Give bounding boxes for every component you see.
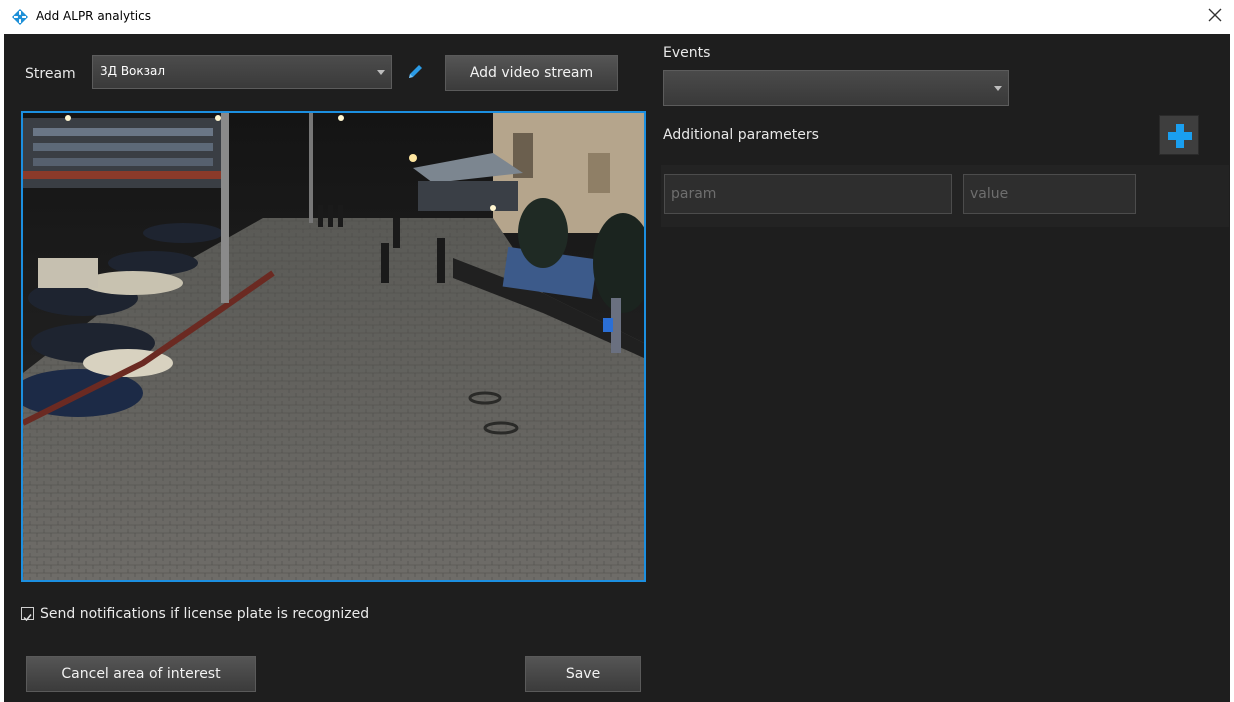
events-label: Events: [663, 45, 711, 61]
pencil-icon[interactable]: [405, 62, 425, 82]
parameters-row: [661, 165, 1229, 227]
stream-label: Stream: [25, 66, 76, 82]
close-icon[interactable]: [1206, 6, 1224, 24]
add-video-stream-button[interactable]: Add video stream: [445, 55, 618, 91]
stream-dropdown[interactable]: 3Д Вокзал: [92, 55, 392, 89]
video-preview[interactable]: [21, 111, 646, 582]
checkmark-icon: [23, 614, 32, 622]
chevron-down-icon: [994, 86, 1002, 91]
additional-parameters-label: Additional parameters: [663, 127, 819, 143]
dialog-body: Stream 3Д Вокзал Add video stream Send n…: [4, 34, 1230, 702]
add-parameter-button[interactable]: [1159, 115, 1199, 155]
cancel-area-of-interest-button[interactable]: Cancel area of interest: [26, 656, 256, 692]
plus-icon: [1168, 124, 1192, 148]
events-dropdown[interactable]: [663, 70, 1009, 106]
camera-preview-image: [23, 113, 644, 580]
value-input[interactable]: [963, 174, 1136, 214]
save-button[interactable]: Save: [525, 656, 641, 692]
window-title: Add ALPR analytics: [36, 9, 151, 23]
chevron-down-icon: [377, 70, 385, 75]
send-notifications-checkbox[interactable]: [21, 607, 34, 622]
diamond-crosshair-icon: [12, 9, 28, 25]
title-bar: Add ALPR analytics: [0, 0, 1234, 34]
stream-selected-value: 3Д Вокзал: [100, 64, 166, 78]
param-input[interactable]: [664, 174, 952, 214]
send-notifications-label: Send notifications if license plate is r…: [40, 606, 370, 622]
